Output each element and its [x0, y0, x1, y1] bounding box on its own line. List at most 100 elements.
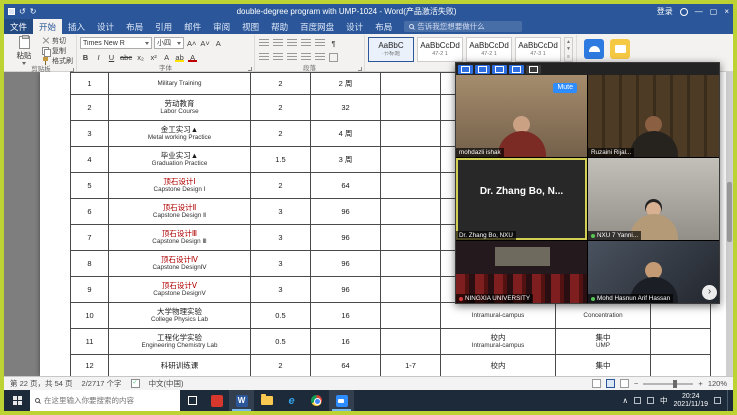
zoom-out-button[interactable]: − [634, 379, 638, 388]
taskbar-app-word[interactable]: W [229, 390, 254, 411]
clock[interactable]: 20:24 2021/11/19 [673, 393, 708, 409]
multilevel-list-button[interactable] [286, 37, 298, 49]
dialog-launcher-icon[interactable] [358, 67, 362, 71]
taskbar-app-youdao[interactable] [204, 390, 229, 411]
volume-icon[interactable] [647, 397, 654, 404]
taskbar-app-chrome[interactable] [304, 390, 329, 411]
notification-center-icon[interactable] [714, 397, 721, 404]
taskbar-app-explorer[interactable] [254, 390, 279, 411]
font-name-combo[interactable]: Times New R [80, 37, 152, 49]
taskbar-search[interactable] [30, 390, 180, 411]
layout-view-button[interactable] [509, 65, 524, 74]
align-left-button[interactable] [258, 51, 270, 63]
signin-button[interactable]: 登录 [657, 4, 673, 19]
tell-me-search[interactable] [404, 21, 522, 32]
baidu-pan-open-icon[interactable] [610, 39, 630, 59]
participant-tile[interactable]: NXU 7 Yanni... [588, 158, 719, 240]
tab-review[interactable]: 审阅 [207, 19, 236, 34]
style-card[interactable]: AaBbCcDd47-2 1 [417, 37, 463, 62]
style-card[interactable]: AaBbCcDd47-3 1 [515, 37, 561, 62]
save-icon[interactable] [8, 8, 15, 15]
zoom-slider-thumb[interactable] [673, 380, 677, 388]
align-center-button[interactable] [272, 51, 284, 63]
bullets-button[interactable] [258, 37, 270, 49]
italic-button[interactable]: I [93, 51, 104, 63]
line-spacing-button[interactable] [314, 51, 326, 63]
grid-view-button[interactable] [492, 65, 507, 74]
tell-me-input[interactable] [417, 22, 517, 31]
scrollbar-thumb[interactable] [727, 182, 732, 242]
styles-gallery-scrollbar[interactable]: ▲▼≡ [564, 37, 573, 62]
redo-icon[interactable]: ↻ [30, 4, 37, 19]
underline-button[interactable]: U [106, 51, 117, 63]
zoom-in-button[interactable]: + [698, 379, 702, 388]
language-indicator[interactable]: 中文(中国) [149, 378, 184, 389]
text-effects-button[interactable]: A [161, 51, 172, 63]
zoom-slider[interactable] [643, 383, 693, 385]
participant-tile[interactable]: Ruzaini Rijal... [588, 75, 719, 157]
borders-button[interactable] [328, 51, 339, 63]
tab-table-layout[interactable]: 布局 [369, 19, 398, 34]
mute-button[interactable]: Mute [553, 83, 577, 93]
ime-indicator[interactable]: 中 [660, 395, 668, 406]
tab-insert[interactable]: 插入 [62, 19, 91, 34]
web-layout-button[interactable] [620, 379, 629, 388]
strikethrough-button[interactable]: abc [119, 51, 133, 63]
highlight-button[interactable]: ab [174, 51, 185, 63]
superscript-button[interactable]: x² [148, 51, 159, 63]
meeting-window[interactable]: Mute mohdazli ishak Ruzaini Rijal... Dr.… [455, 62, 720, 304]
tray-expand-button[interactable]: ∧ [622, 396, 628, 405]
align-right-button[interactable] [286, 51, 298, 63]
maximize-button[interactable]: ▢ [710, 4, 718, 19]
font-color-button[interactable]: A [187, 51, 198, 63]
taskbar-app-meeting[interactable] [329, 390, 354, 411]
participant-tile[interactable]: NINGXIA UNIVERSITY [456, 241, 587, 303]
page-indicator[interactable]: 第 22 页，共 54 页 [10, 378, 73, 389]
show-marks-button[interactable]: ¶ [328, 37, 339, 49]
more-view-button[interactable] [526, 65, 541, 74]
taskbar-search-input[interactable] [44, 396, 175, 405]
gallery-view-button[interactable] [458, 65, 473, 74]
decrease-indent-button[interactable] [300, 37, 312, 49]
active-speaker-tile[interactable]: Dr. Zhang Bo, N... Dr. Zhang Bo, NXU [456, 158, 587, 240]
start-button[interactable] [4, 390, 30, 411]
tab-view[interactable]: 视图 [236, 19, 265, 34]
print-layout-button[interactable] [606, 379, 615, 388]
tab-baidu-pan[interactable]: 百度网盘 [294, 19, 340, 34]
justify-button[interactable] [300, 51, 312, 63]
tab-mailings[interactable]: 邮件 [178, 19, 207, 34]
tab-file[interactable]: 文件 [4, 19, 33, 34]
tab-table-design[interactable]: 设计 [340, 19, 369, 34]
tab-references[interactable]: 引用 [149, 19, 178, 34]
baidu-pan-save-icon[interactable] [584, 39, 604, 59]
paste-button[interactable]: 粘贴 [9, 36, 39, 65]
task-view-button[interactable] [180, 390, 204, 411]
clear-formatting-button[interactable]: A [213, 37, 224, 49]
network-icon[interactable] [634, 397, 641, 404]
copy-button[interactable]: 复制 [42, 46, 73, 55]
close-button[interactable]: × [724, 4, 729, 19]
font-size-combo[interactable]: 小四 [154, 37, 184, 49]
zoom-level[interactable]: 120% [708, 379, 727, 388]
undo-icon[interactable]: ↺ [19, 4, 26, 19]
show-desktop-button[interactable] [727, 390, 730, 411]
style-card[interactable]: AaBbC·节标题 [368, 37, 414, 62]
minimize-button[interactable]: — [695, 4, 703, 19]
format-painter-button[interactable]: 格式刷 [42, 56, 73, 65]
subscript-button[interactable]: x₂ [135, 51, 146, 63]
tab-design[interactable]: 设计 [91, 19, 120, 34]
participant-tile[interactable]: Mohd Hasnun Arif Hassan [588, 241, 719, 303]
read-mode-button[interactable] [592, 379, 601, 388]
proofing-icon[interactable]: ✓ [131, 379, 140, 388]
numbering-button[interactable] [272, 37, 284, 49]
increase-indent-button[interactable] [314, 37, 326, 49]
word-count[interactable]: 2/2717 个字 [82, 378, 122, 389]
next-page-arrow-button[interactable]: › [702, 285, 717, 300]
shrink-font-button[interactable]: A˅ [199, 37, 210, 49]
tab-home[interactable]: 开始 [33, 19, 62, 34]
tab-help[interactable]: 帮助 [265, 19, 294, 34]
speaker-view-button[interactable] [475, 65, 490, 74]
tab-layout[interactable]: 布局 [120, 19, 149, 34]
document-scrollbar[interactable] [726, 72, 733, 376]
style-card[interactable]: AaBbCcDd47-2 1 [466, 37, 512, 62]
